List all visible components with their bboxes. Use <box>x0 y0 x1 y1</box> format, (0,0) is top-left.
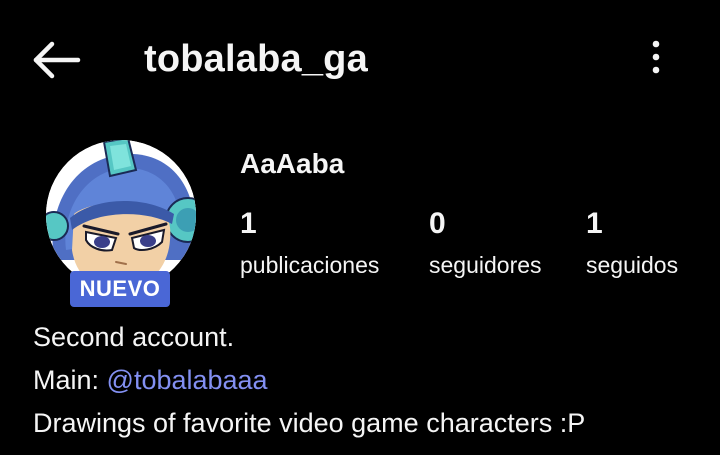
profile-bio: Second account. Main: @tobalabaaa Drawin… <box>33 316 585 445</box>
stat-following-count: 1 <box>586 207 603 240</box>
bio-line-2: Main: @tobalabaaa <box>33 359 585 402</box>
back-button[interactable] <box>30 38 82 82</box>
mention-link[interactable]: @tobalabaaa <box>107 365 268 395</box>
stat-following[interactable]: 1 seguidos <box>586 204 678 280</box>
stat-following-label: seguidos <box>586 252 679 278</box>
profile-username: tobalaba_ga <box>144 38 368 80</box>
stat-followers[interactable]: 0 seguidores <box>429 204 542 280</box>
bio-line-1: Second account. <box>33 322 235 352</box>
avatar-image <box>46 140 196 290</box>
new-badge: NUEVO <box>70 271 170 307</box>
more-vertical-icon <box>652 40 660 74</box>
profile-avatar[interactable] <box>46 140 196 290</box>
arrow-left-icon <box>33 41 81 79</box>
stat-followers-label: seguidores <box>429 252 542 278</box>
top-bar: tobalaba_ga <box>0 0 720 120</box>
stat-posts-label: publicaciones <box>240 252 380 278</box>
display-name: AaAaba <box>240 148 345 179</box>
stat-posts-count: 1 <box>240 207 257 240</box>
more-options-button[interactable] <box>640 38 672 78</box>
stat-posts[interactable]: 1 publicaciones <box>240 204 379 280</box>
stat-followers-count: 0 <box>429 207 446 240</box>
bio-main-label: Main: <box>33 365 107 395</box>
bio-line-3: Drawings of favorite video game characte… <box>33 408 586 438</box>
